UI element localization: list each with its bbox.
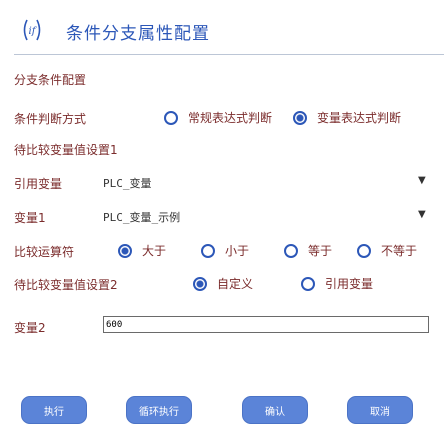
if-condition-icon: if [23,19,41,41]
compare-option-eq-label: 等于 [308,244,333,258]
radio-icon [284,243,298,258]
compare-option-ne[interactable]: 不等于 [357,242,417,259]
compare-option-lt-label: 小于 [225,244,250,258]
radio-icon [301,276,315,291]
var2-option-custom-label: 自定义 [217,277,254,291]
compare-label: 比较运算符 [14,245,75,259]
compare-option-lt[interactable]: 小于 [201,242,249,259]
var2-option-custom[interactable]: 自定义 [193,275,253,292]
mode-option-variable[interactable]: 变量表达式判断 [293,109,401,126]
variable1-select[interactable]: PLC_变量_示例 [103,209,180,225]
mode-option-regular[interactable]: 常规表达式判断 [164,109,272,126]
svg-text:if: if [29,26,38,37]
radio-icon [201,243,215,258]
radio-selected-icon [118,243,132,258]
section-label: 分支条件配置 [14,73,87,87]
var2-option-ref-label: 引用变量 [325,277,374,291]
chevron-down-icon[interactable]: ▼ [418,209,426,220]
radio-icon [357,243,371,258]
plc-var2-label: 待比较变量值设置2 [14,278,118,292]
plc-var1-label: 待比较变量值设置1 [14,143,118,157]
variable2-label: 变量2 [14,321,46,335]
page-title: 条件分支属性配置 [66,24,210,44]
variable1-label: 变量1 [14,211,46,225]
compare-option-eq[interactable]: 等于 [284,242,332,259]
var2-option-ref[interactable]: 引用变量 [301,275,373,292]
confirm-button[interactable]: 确认 [242,396,308,424]
mode-option-variable-label: 变量表达式判断 [317,111,402,125]
variable2-input[interactable] [103,316,429,333]
compare-option-ne-label: 不等于 [381,244,418,258]
compare-option-gt-label: 大于 [142,244,167,258]
execute-button[interactable]: 执行 [21,396,87,424]
cancel-button[interactable]: 取消 [347,396,413,424]
title-divider [14,54,444,55]
radio-icon [164,110,178,125]
mode-label: 条件判断方式 [14,112,87,126]
compare-option-gt[interactable]: 大于 [118,242,166,259]
mode-option-regular-label: 常规表达式判断 [188,111,273,125]
radio-selected-icon [193,276,207,291]
ref-var-label: 引用变量 [14,177,63,191]
radio-selected-icon [293,110,307,125]
loop-execute-button[interactable]: 循环执行 [126,396,192,424]
chevron-down-icon[interactable]: ▼ [418,175,426,186]
ref-var-select[interactable]: PLC_变量 [103,175,152,191]
